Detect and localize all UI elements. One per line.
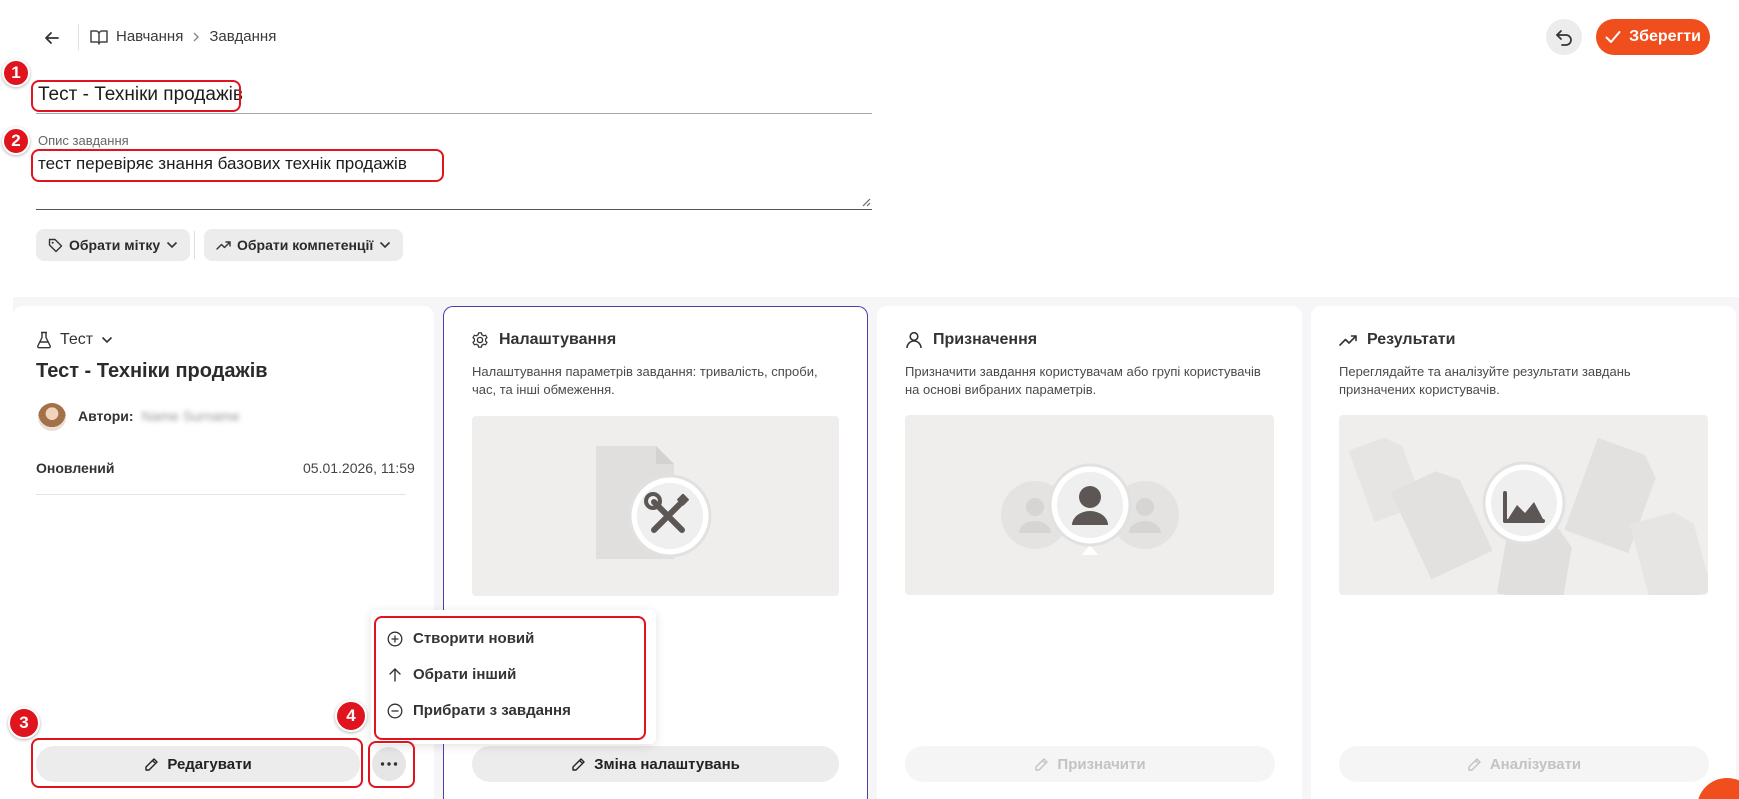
updated-value: 05.01.2026, 11:59 [303, 460, 415, 476]
minus-circle-icon [387, 703, 403, 718]
plus-circle-icon [387, 631, 403, 646]
save-button-label: Зберегти [1629, 28, 1701, 45]
divider [78, 24, 79, 50]
trending-up-icon [1339, 335, 1357, 346]
authors: Автори: Name Surname [78, 408, 240, 424]
menu-item-label: Прибрати з завдання [413, 702, 571, 719]
divider [36, 494, 406, 495]
resize-handle-icon[interactable] [861, 197, 871, 207]
chevron-right-icon [193, 32, 200, 41]
pencil-icon [145, 757, 159, 771]
analyze-button-label: Аналізувати [1489, 755, 1582, 773]
menu-item-label: Створити новий [413, 630, 535, 647]
task-title-input[interactable]: Тест - Техніки продажів [36, 82, 872, 114]
authors-label: Автори: [78, 408, 134, 424]
gear-icon [472, 332, 488, 348]
author-name: Name Surname [141, 408, 240, 424]
assign-button-label: Призначити [1057, 755, 1146, 773]
context-menu: Створити новий Обрати інший Прибрати з з… [371, 610, 656, 744]
pencil-icon [1035, 757, 1049, 771]
test-type-dropdown[interactable]: Тест [36, 331, 113, 349]
tag-icon [48, 238, 63, 252]
results-card-title: Результати [1367, 331, 1456, 348]
chevron-down-icon [380, 241, 391, 249]
flask-icon [37, 331, 51, 349]
chevron-down-icon [167, 241, 178, 249]
book-icon [90, 29, 108, 45]
save-button[interactable]: Зберегти [1596, 19, 1710, 55]
settings-card-header: Налаштування [471, 331, 616, 349]
menu-item-remove-from-task[interactable]: Прибрати з завдання [387, 702, 571, 719]
assign-button[interactable]: Призначити [905, 746, 1275, 782]
settings-illustration [472, 416, 839, 596]
undo-icon [1556, 30, 1572, 46]
annotation-marker: 3 [8, 707, 40, 739]
check-icon [1605, 31, 1621, 43]
description-textarea[interactable]: тест перевіряє знання базових технік про… [36, 150, 872, 210]
annotation-marker: 2 [2, 127, 30, 155]
undo-button[interactable] [1546, 19, 1582, 55]
description-label: Опис завдання [38, 133, 129, 148]
task-title-value: Тест - Техніки продажів [38, 84, 243, 105]
test-type-label: Тест [60, 331, 94, 348]
more-options-button[interactable] [372, 747, 406, 781]
menu-item-choose-other[interactable]: Обрати інший [387, 666, 516, 683]
chevron-down-icon [102, 336, 113, 344]
breadcrumb-root[interactable]: Навчання [116, 28, 183, 45]
description-value: тест перевіряє знання базових технік про… [38, 154, 407, 173]
settings-card-description: Налаштування параметрів завдання: тривал… [472, 364, 818, 397]
results-card-description: Переглядайте та аналізуйте результати за… [1339, 364, 1631, 397]
select-tag-button[interactable]: Обрати мітку [36, 229, 191, 261]
assignment-card-title: Призначення [933, 331, 1038, 348]
breadcrumb: Навчання Завдання [90, 28, 276, 45]
select-competencies-label: Обрати компетенції [237, 237, 374, 253]
select-tag-label: Обрати мітку [69, 237, 161, 253]
results-card-header: Результати [1339, 331, 1455, 349]
arrow-up-icon [389, 667, 401, 682]
edit-button-label: Редагувати [167, 755, 252, 773]
menu-item-label: Обрати інший [413, 666, 517, 683]
assignment-card-header: Призначення [905, 331, 1037, 349]
change-settings-button[interactable]: Зміна налаштувань [472, 746, 839, 782]
assignment-card-description: Призначити завдання користувачам або гру… [905, 364, 1261, 397]
settings-card-title: Налаштування [499, 331, 617, 348]
pencil-icon [1468, 757, 1481, 771]
menu-item-create-new[interactable]: Створити новий [387, 630, 534, 647]
arrow-left-icon [45, 32, 59, 44]
trending-up-icon [216, 241, 231, 250]
annotation-marker: 4 [335, 700, 367, 732]
test-title: Тест - Техніки продажів [36, 360, 268, 382]
avatar [38, 403, 66, 431]
results-illustration [1339, 415, 1708, 595]
back-button[interactable] [38, 24, 66, 52]
more-horizontal-icon [380, 762, 398, 766]
assignment-illustration [905, 415, 1274, 595]
pencil-icon [572, 757, 585, 771]
change-settings-label: Зміна налаштувань [594, 755, 740, 773]
select-competencies-button[interactable]: Обрати компетенції [204, 229, 404, 261]
analyze-button[interactable]: Аналізувати [1339, 746, 1709, 782]
breadcrumb-current[interactable]: Завдання [209, 28, 276, 45]
user-icon [906, 331, 922, 349]
top-bar: Навчання Завдання Зберегти [0, 0, 1739, 75]
updated-label: Оновлений [36, 460, 115, 476]
annotation-marker: 1 [2, 59, 30, 87]
divider [194, 231, 195, 259]
edit-button[interactable]: Редагувати [36, 746, 360, 782]
